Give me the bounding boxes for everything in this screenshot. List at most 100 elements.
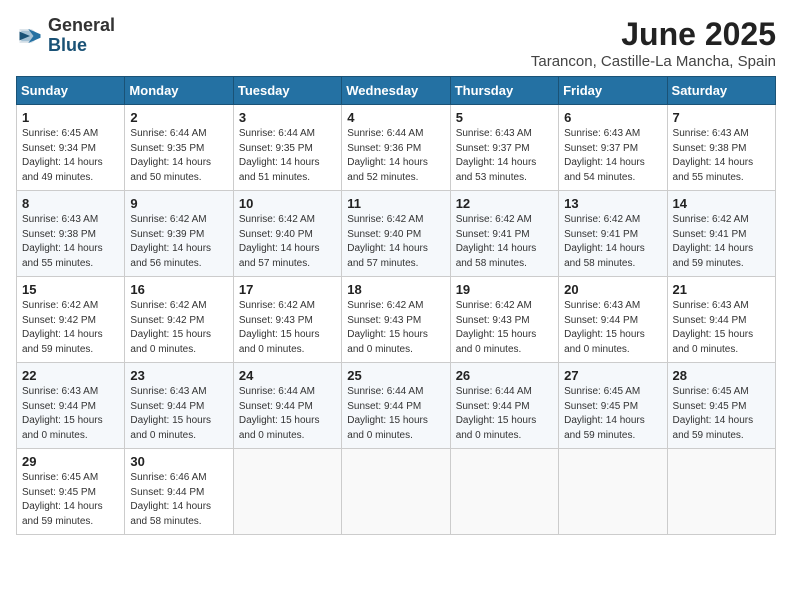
calendar-cell: 2 Sunrise: 6:44 AMSunset: 9:35 PMDayligh…	[125, 105, 233, 191]
day-number: 22	[22, 368, 119, 383]
weekday-header-row: SundayMondayTuesdayWednesdayThursdayFrid…	[17, 77, 776, 105]
day-info: Sunrise: 6:43 AMSunset: 9:44 PMDaylight:…	[564, 299, 661, 357]
day-info: Sunrise: 6:42 AMSunset: 9:41 PMDaylight:…	[564, 213, 661, 271]
day-info: Sunrise: 6:42 AMSunset: 9:42 PMDaylight:…	[130, 299, 227, 357]
calendar-cell: 18 Sunrise: 6:42 AMSunset: 9:43 PMDaylig…	[342, 277, 450, 363]
day-info: Sunrise: 6:43 AMSunset: 9:37 PMDaylight:…	[456, 127, 553, 185]
calendar-cell: 4 Sunrise: 6:44 AMSunset: 9:36 PMDayligh…	[342, 105, 450, 191]
calendar-cell: 19 Sunrise: 6:42 AMSunset: 9:43 PMDaylig…	[450, 277, 558, 363]
day-info: Sunrise: 6:44 AMSunset: 9:44 PMDaylight:…	[347, 385, 444, 443]
calendar-week-5: 29 Sunrise: 6:45 AMSunset: 9:45 PMDaylig…	[17, 449, 776, 535]
day-number: 10	[239, 196, 336, 211]
calendar-cell	[233, 449, 341, 535]
calendar-cell: 21 Sunrise: 6:43 AMSunset: 9:44 PMDaylig…	[667, 277, 775, 363]
calendar-cell: 17 Sunrise: 6:42 AMSunset: 9:43 PMDaylig…	[233, 277, 341, 363]
calendar-cell: 30 Sunrise: 6:46 AMSunset: 9:44 PMDaylig…	[125, 449, 233, 535]
day-info: Sunrise: 6:42 AMSunset: 9:39 PMDaylight:…	[130, 213, 227, 271]
month-title: June 2025	[531, 16, 776, 53]
calendar-cell: 5 Sunrise: 6:43 AMSunset: 9:37 PMDayligh…	[450, 105, 558, 191]
calendar-table: SundayMondayTuesdayWednesdayThursdayFrid…	[16, 76, 776, 535]
weekday-header-sunday: Sunday	[17, 77, 125, 105]
day-info: Sunrise: 6:43 AMSunset: 9:38 PMDaylight:…	[22, 213, 119, 271]
calendar-cell: 29 Sunrise: 6:45 AMSunset: 9:45 PMDaylig…	[17, 449, 125, 535]
day-number: 25	[347, 368, 444, 383]
day-info: Sunrise: 6:42 AMSunset: 9:43 PMDaylight:…	[456, 299, 553, 357]
day-number: 4	[347, 110, 444, 125]
calendar-cell: 15 Sunrise: 6:42 AMSunset: 9:42 PMDaylig…	[17, 277, 125, 363]
day-number: 5	[456, 110, 553, 125]
calendar-cell: 28 Sunrise: 6:45 AMSunset: 9:45 PMDaylig…	[667, 363, 775, 449]
calendar-cell: 9 Sunrise: 6:42 AMSunset: 9:39 PMDayligh…	[125, 191, 233, 277]
day-info: Sunrise: 6:45 AMSunset: 9:45 PMDaylight:…	[564, 385, 661, 443]
calendar-cell: 24 Sunrise: 6:44 AMSunset: 9:44 PMDaylig…	[233, 363, 341, 449]
day-info: Sunrise: 6:42 AMSunset: 9:43 PMDaylight:…	[347, 299, 444, 357]
day-info: Sunrise: 6:42 AMSunset: 9:41 PMDaylight:…	[456, 213, 553, 271]
day-number: 19	[456, 282, 553, 297]
calendar-cell: 10 Sunrise: 6:42 AMSunset: 9:40 PMDaylig…	[233, 191, 341, 277]
day-info: Sunrise: 6:44 AMSunset: 9:36 PMDaylight:…	[347, 127, 444, 185]
day-number: 16	[130, 282, 227, 297]
calendar-cell: 25 Sunrise: 6:44 AMSunset: 9:44 PMDaylig…	[342, 363, 450, 449]
calendar-cell: 27 Sunrise: 6:45 AMSunset: 9:45 PMDaylig…	[559, 363, 667, 449]
day-number: 30	[130, 454, 227, 469]
day-number: 12	[456, 196, 553, 211]
day-number: 15	[22, 282, 119, 297]
calendar-cell: 23 Sunrise: 6:43 AMSunset: 9:44 PMDaylig…	[125, 363, 233, 449]
day-info: Sunrise: 6:43 AMSunset: 9:37 PMDaylight:…	[564, 127, 661, 185]
day-number: 24	[239, 368, 336, 383]
logo-text: General Blue	[48, 16, 115, 56]
calendar-cell: 12 Sunrise: 6:42 AMSunset: 9:41 PMDaylig…	[450, 191, 558, 277]
logo: General Blue	[16, 16, 115, 56]
title-area: June 2025 Tarancon, Castille-La Mancha, …	[531, 16, 776, 70]
day-info: Sunrise: 6:43 AMSunset: 9:44 PMDaylight:…	[673, 299, 770, 357]
weekday-header-monday: Monday	[125, 77, 233, 105]
day-number: 13	[564, 196, 661, 211]
day-number: 23	[130, 368, 227, 383]
calendar-cell: 20 Sunrise: 6:43 AMSunset: 9:44 PMDaylig…	[559, 277, 667, 363]
calendar-cell: 11 Sunrise: 6:42 AMSunset: 9:40 PMDaylig…	[342, 191, 450, 277]
page-header: General Blue June 2025 Tarancon, Castill…	[16, 16, 776, 70]
day-number: 18	[347, 282, 444, 297]
day-number: 1	[22, 110, 119, 125]
calendar-cell: 6 Sunrise: 6:43 AMSunset: 9:37 PMDayligh…	[559, 105, 667, 191]
day-number: 14	[673, 196, 770, 211]
day-info: Sunrise: 6:44 AMSunset: 9:35 PMDaylight:…	[130, 127, 227, 185]
calendar-cell: 3 Sunrise: 6:44 AMSunset: 9:35 PMDayligh…	[233, 105, 341, 191]
calendar-week-1: 1 Sunrise: 6:45 AMSunset: 9:34 PMDayligh…	[17, 105, 776, 191]
day-info: Sunrise: 6:42 AMSunset: 9:40 PMDaylight:…	[239, 213, 336, 271]
calendar-cell: 22 Sunrise: 6:43 AMSunset: 9:44 PMDaylig…	[17, 363, 125, 449]
weekday-header-saturday: Saturday	[667, 77, 775, 105]
day-number: 17	[239, 282, 336, 297]
day-info: Sunrise: 6:42 AMSunset: 9:42 PMDaylight:…	[22, 299, 119, 357]
day-number: 2	[130, 110, 227, 125]
calendar-cell	[667, 449, 775, 535]
day-number: 20	[564, 282, 661, 297]
day-info: Sunrise: 6:44 AMSunset: 9:44 PMDaylight:…	[239, 385, 336, 443]
day-info: Sunrise: 6:43 AMSunset: 9:38 PMDaylight:…	[673, 127, 770, 185]
calendar-cell: 26 Sunrise: 6:44 AMSunset: 9:44 PMDaylig…	[450, 363, 558, 449]
calendar-week-3: 15 Sunrise: 6:42 AMSunset: 9:42 PMDaylig…	[17, 277, 776, 363]
day-number: 21	[673, 282, 770, 297]
calendar-cell: 8 Sunrise: 6:43 AMSunset: 9:38 PMDayligh…	[17, 191, 125, 277]
day-number: 27	[564, 368, 661, 383]
day-number: 9	[130, 196, 227, 211]
day-info: Sunrise: 6:45 AMSunset: 9:45 PMDaylight:…	[673, 385, 770, 443]
day-number: 3	[239, 110, 336, 125]
day-number: 29	[22, 454, 119, 469]
day-number: 28	[673, 368, 770, 383]
weekday-header-friday: Friday	[559, 77, 667, 105]
day-number: 7	[673, 110, 770, 125]
weekday-header-tuesday: Tuesday	[233, 77, 341, 105]
day-number: 6	[564, 110, 661, 125]
calendar-cell: 16 Sunrise: 6:42 AMSunset: 9:42 PMDaylig…	[125, 277, 233, 363]
calendar-cell: 7 Sunrise: 6:43 AMSunset: 9:38 PMDayligh…	[667, 105, 775, 191]
weekday-header-wednesday: Wednesday	[342, 77, 450, 105]
logo-icon	[16, 22, 44, 50]
calendar-week-2: 8 Sunrise: 6:43 AMSunset: 9:38 PMDayligh…	[17, 191, 776, 277]
day-info: Sunrise: 6:43 AMSunset: 9:44 PMDaylight:…	[22, 385, 119, 443]
calendar-cell	[342, 449, 450, 535]
day-info: Sunrise: 6:44 AMSunset: 9:44 PMDaylight:…	[456, 385, 553, 443]
calendar-cell	[450, 449, 558, 535]
location-title: Tarancon, Castille-La Mancha, Spain	[531, 53, 776, 70]
calendar-cell: 1 Sunrise: 6:45 AMSunset: 9:34 PMDayligh…	[17, 105, 125, 191]
